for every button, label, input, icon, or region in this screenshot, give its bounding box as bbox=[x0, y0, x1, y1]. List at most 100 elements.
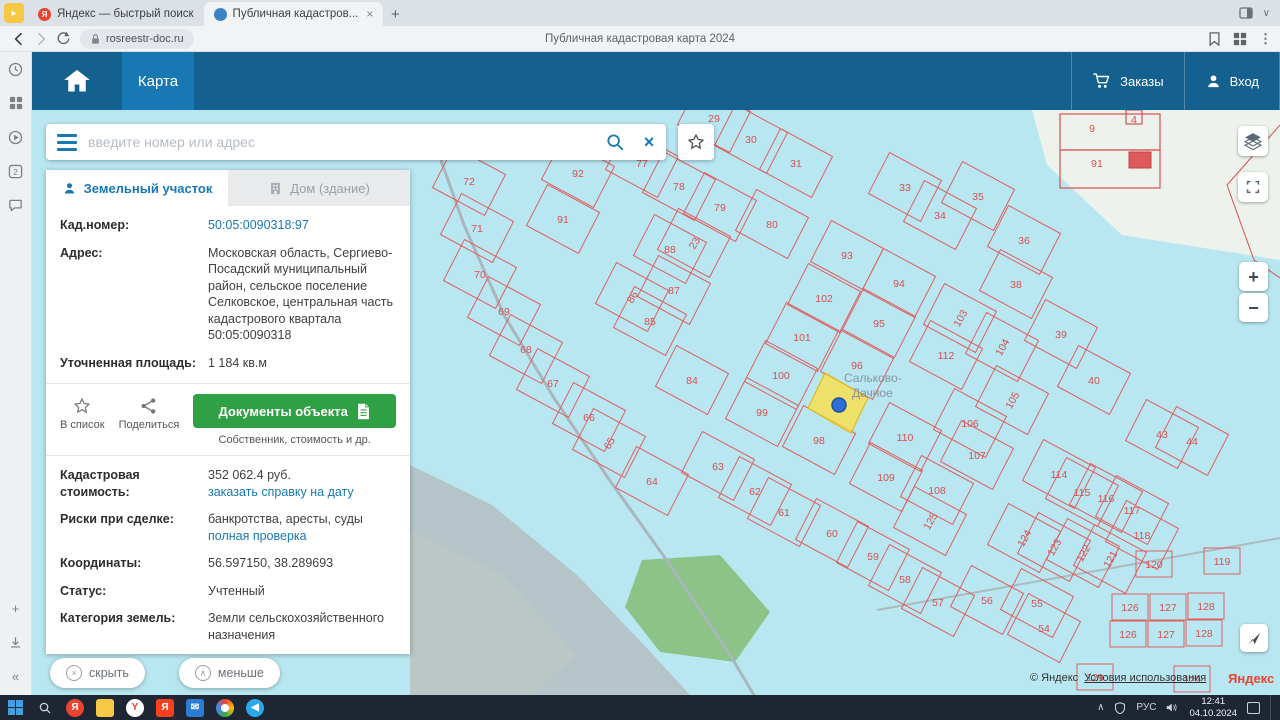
parcel-number[interactable]: 30 bbox=[745, 134, 757, 146]
measure-area-button[interactable] bbox=[1238, 172, 1268, 202]
parcel-number[interactable]: 101 bbox=[793, 332, 811, 344]
parcel-number[interactable]: 78 bbox=[673, 181, 685, 193]
parcel-number[interactable]: 36 bbox=[1018, 235, 1030, 247]
hide-panel-button[interactable]: × скрыть bbox=[50, 658, 145, 688]
clear-search-button[interactable]: × bbox=[632, 132, 666, 153]
search-button[interactable] bbox=[598, 132, 632, 152]
history-clock-icon[interactable] bbox=[7, 60, 25, 78]
tab-land-parcel[interactable]: Земельный участок bbox=[46, 170, 228, 206]
parcel-number[interactable]: 100 bbox=[772, 370, 790, 382]
parcel-number[interactable]: 128 bbox=[1197, 601, 1215, 613]
favorites-button[interactable] bbox=[678, 124, 714, 160]
parcel-number[interactable]: 40 bbox=[1088, 375, 1100, 387]
parcel-number[interactable]: 80 bbox=[766, 219, 778, 231]
parcel-number[interactable]: 120 bbox=[1145, 559, 1163, 571]
downloads-icon[interactable] bbox=[7, 633, 25, 651]
parcel-number[interactable]: 64 bbox=[646, 476, 658, 488]
cost-report-link[interactable]: заказать справку на дату bbox=[208, 485, 354, 499]
parcel-number[interactable]: 59 bbox=[867, 551, 879, 563]
layers-button[interactable] bbox=[1238, 126, 1268, 156]
parcel-number[interactable]: 110 bbox=[897, 432, 914, 444]
taskbar-app-yandex-start[interactable]: Я bbox=[150, 695, 180, 720]
parcel-number[interactable]: 87 bbox=[668, 285, 680, 297]
collapse-panel-button[interactable]: ∧ меньше bbox=[179, 658, 280, 688]
notifications-badge-icon[interactable]: 2 bbox=[7, 162, 25, 180]
parcel-number[interactable]: 127 bbox=[1157, 629, 1175, 641]
parcel-number[interactable]: 91 bbox=[1091, 158, 1103, 170]
forward-icon[interactable] bbox=[30, 28, 52, 50]
parcel-number[interactable]: 92 bbox=[572, 168, 584, 180]
parcel-number[interactable]: 93 bbox=[841, 250, 853, 262]
browser-tab-yandex[interactable]: Я Яндекс — быстрый поиск bbox=[28, 2, 204, 26]
parcel-number[interactable]: 84 bbox=[686, 375, 698, 387]
action-center-icon[interactable] bbox=[1247, 702, 1260, 714]
parcel-number[interactable]: 79 bbox=[714, 202, 726, 214]
tab-building[interactable]: Дом (здание) bbox=[228, 170, 410, 206]
browser-menu-icon[interactable]: ⋮ bbox=[1259, 31, 1272, 47]
parcel-number[interactable]: 31 bbox=[790, 158, 802, 170]
shield-icon[interactable] bbox=[1114, 702, 1126, 714]
close-tab-icon[interactable]: × bbox=[366, 7, 373, 21]
parcel-number[interactable]: 127 bbox=[1159, 602, 1177, 614]
parcel-number[interactable]: 71 bbox=[471, 223, 483, 235]
parcel-number[interactable]: 102 bbox=[815, 293, 833, 305]
parcel-number[interactable]: 35 bbox=[972, 191, 984, 203]
back-icon[interactable] bbox=[8, 28, 30, 50]
parcel-number[interactable]: 119 bbox=[1214, 556, 1231, 568]
services-grid-icon[interactable] bbox=[7, 94, 25, 112]
parcel-number[interactable]: 70 bbox=[474, 269, 486, 281]
parcel-number[interactable]: 99 bbox=[756, 407, 768, 419]
parcel-number[interactable]: 57 bbox=[932, 597, 944, 609]
bookmark-icon[interactable] bbox=[1208, 32, 1221, 46]
zoom-out-button[interactable]: − bbox=[1239, 293, 1268, 322]
show-desktop-button[interactable] bbox=[1270, 695, 1274, 720]
parcel-number[interactable]: 44 bbox=[1186, 436, 1198, 448]
taskbar-app-telegram[interactable]: ◀ bbox=[240, 695, 270, 720]
tab-panel-icon[interactable] bbox=[1239, 6, 1253, 20]
taskbar-app-mail[interactable]: ✉ bbox=[180, 695, 210, 720]
share-button[interactable]: Поделиться bbox=[119, 394, 180, 431]
full-check-link[interactable]: полная проверка bbox=[208, 529, 307, 543]
parcel-number[interactable]: 126 bbox=[1119, 629, 1137, 641]
reload-icon[interactable] bbox=[52, 28, 74, 50]
parcel-number[interactable]: 126 bbox=[1121, 602, 1139, 614]
collections-icon[interactable] bbox=[1233, 32, 1247, 46]
language-indicator[interactable]: РУС bbox=[1136, 702, 1156, 713]
parcel-number[interactable]: 107 bbox=[968, 450, 986, 462]
tray-expand-icon[interactable]: ∧ bbox=[1097, 702, 1104, 713]
chat-icon[interactable] bbox=[7, 196, 25, 214]
taskbar-app-yandex-browser[interactable]: Я bbox=[60, 695, 90, 720]
browser-sidebar-toggle-icon[interactable]: ▸ bbox=[4, 3, 24, 23]
terms-link[interactable]: Условия использования bbox=[1084, 672, 1206, 684]
parcel-number[interactable]: 94 bbox=[893, 278, 905, 290]
add-to-list-button[interactable]: В список bbox=[60, 394, 105, 431]
parcel-number[interactable]: 4 bbox=[1131, 114, 1137, 126]
tab-list-chevron-icon[interactable]: ∨ bbox=[1263, 8, 1270, 19]
parcel-number[interactable]: 56 bbox=[981, 595, 993, 607]
add-panel-icon[interactable]: + bbox=[7, 599, 25, 617]
clock[interactable]: 12:41 04.10.2024 bbox=[1189, 696, 1237, 720]
nav-tab-map[interactable]: Карта bbox=[122, 52, 194, 110]
parcel-number[interactable]: 38 bbox=[1010, 279, 1022, 291]
parcel-number[interactable]: 98 bbox=[813, 435, 825, 447]
search-input[interactable] bbox=[88, 134, 598, 150]
parcel-number[interactable]: 60 bbox=[826, 528, 838, 540]
parcel-number[interactable]: 85 bbox=[644, 316, 656, 328]
parcel-number[interactable]: 69 bbox=[498, 306, 510, 318]
taskbar-app-yandex[interactable]: Y bbox=[120, 695, 150, 720]
parcel-number[interactable]: 128 bbox=[1195, 628, 1213, 640]
parcel-number[interactable]: 112 bbox=[938, 350, 955, 362]
taskbar-app-browser2[interactable] bbox=[210, 695, 240, 720]
parcel-number[interactable]: 34 bbox=[934, 210, 946, 222]
geolocation-button[interactable] bbox=[1240, 624, 1268, 652]
parcel-number[interactable]: 54 bbox=[1038, 623, 1050, 635]
parcel-number[interactable]: 68 bbox=[520, 344, 532, 356]
new-tab-button[interactable]: + bbox=[383, 2, 407, 26]
orders-button[interactable]: Заказы bbox=[1071, 52, 1183, 110]
address-bar[interactable]: rosreestr-doc.ru bbox=[80, 29, 194, 49]
taskbar-app-files[interactable] bbox=[90, 695, 120, 720]
collapse-sidebar-icon[interactable]: « bbox=[7, 667, 25, 685]
menu-button[interactable] bbox=[46, 124, 88, 160]
parcel-number[interactable]: 67 bbox=[547, 378, 559, 390]
start-button[interactable] bbox=[0, 695, 30, 720]
